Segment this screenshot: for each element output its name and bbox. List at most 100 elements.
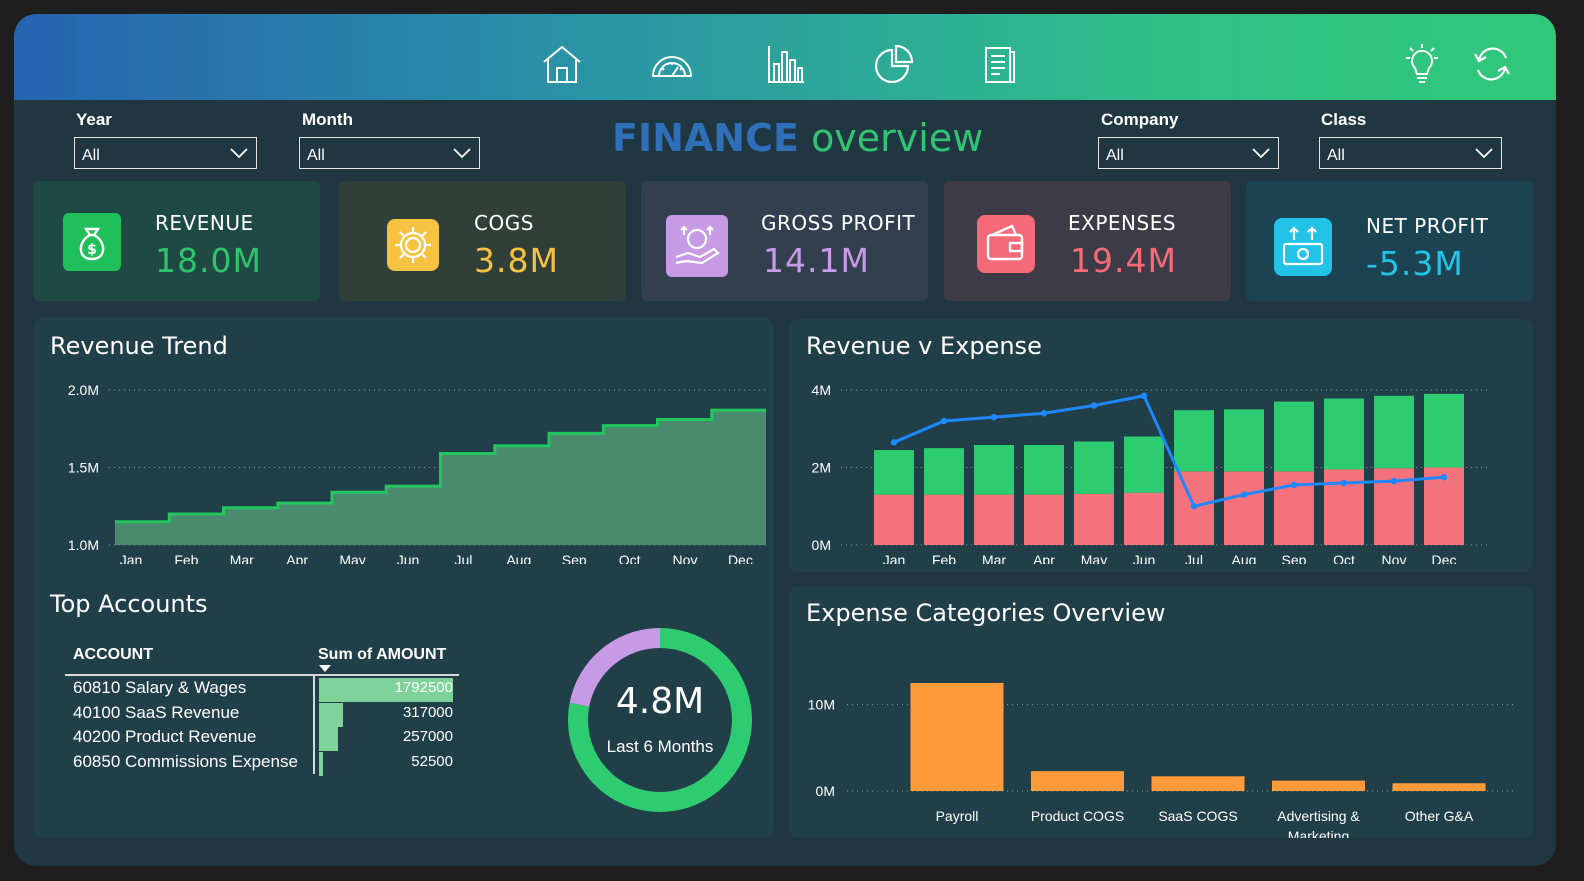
year-filter-value: All <box>82 147 100 164</box>
revenue-v-expense-chart: 0M 2M 4M Jan Feb Mar Apr May Jun Jul Aug Sep Oct Nov D… <box>812 382 1487 564</box>
x-tick-label: Mar <box>982 552 1006 564</box>
x-tick-label: Dec <box>728 552 753 564</box>
x-tick-label: Feb <box>932 552 956 564</box>
col-amount-header[interactable]: Sum of AMOUNT <box>318 646 446 664</box>
bar-chart-icon[interactable] <box>764 42 808 86</box>
x-tick-label: Jun <box>1133 552 1156 564</box>
account-name: 60810 Salary & Wages <box>73 678 247 697</box>
expense-bar <box>1031 771 1124 791</box>
x-tick-label: Apr <box>286 552 308 564</box>
speedometer-icon[interactable] <box>650 42 694 86</box>
company-filter-select[interactable]: All <box>1098 137 1279 169</box>
class-filter-label: Class <box>1321 110 1367 129</box>
y-tick-label: 0M <box>816 783 835 799</box>
x-tick-label: Jul <box>454 552 472 564</box>
svg-text:$: $ <box>87 242 97 258</box>
class-filter-select[interactable]: All <box>1319 137 1502 169</box>
x-tick-label: Advertising & Marketing <box>1277 808 1360 838</box>
x-tick-label: Oct <box>1333 552 1355 564</box>
account-name: 40100 SaaS Revenue <box>73 702 240 722</box>
line-point <box>1290 481 1298 489</box>
chevron-down-icon <box>230 148 248 159</box>
x-tick-label: Nov <box>673 552 698 564</box>
company-filter-label: Company <box>1101 110 1179 129</box>
kpi-card-cogs: COGS 3.8M <box>339 181 626 301</box>
bar-segment-2 <box>1174 410 1214 472</box>
line-point <box>1040 410 1048 417</box>
bar-segment-1 <box>1074 493 1114 545</box>
y-tick-label: 2.0M <box>68 382 99 398</box>
bar-segment-1 <box>1024 494 1064 545</box>
expense-bar <box>1392 783 1486 791</box>
bar-segment-2 <box>1024 445 1064 495</box>
line-point <box>1240 491 1248 498</box>
amount-value: 317000 <box>402 703 453 721</box>
expense-bar <box>1272 780 1365 791</box>
x-tick-label: Jan <box>883 552 906 564</box>
sort-desc-icon[interactable] <box>319 665 331 673</box>
bar-segment-1 <box>1124 492 1164 545</box>
donut-center-label: Last 6 Months <box>606 737 714 756</box>
bar-segment-2 <box>1374 395 1414 469</box>
class-filter-value: All <box>1327 147 1345 164</box>
line-point <box>940 417 948 425</box>
kpi-revenue-value: 18.0M <box>155 241 262 280</box>
page-title-finance: FINANCE <box>612 116 799 160</box>
chevron-down-icon <box>1475 148 1493 159</box>
year-filter-select[interactable]: All <box>74 137 257 169</box>
amount-value: 257000 <box>402 728 453 746</box>
line-point <box>1440 473 1448 481</box>
y-tick-label: 4M <box>812 382 831 398</box>
report-icon[interactable] <box>978 42 1022 86</box>
bar-segment-1 <box>924 494 964 545</box>
kpi-card-net-profit: NET PROFIT -5.3M <box>1246 181 1533 301</box>
lightbulb-icon[interactable] <box>1400 42 1444 86</box>
page-title-overview: overview <box>811 116 984 160</box>
kpi-revenue-label: REVENUE <box>155 211 254 235</box>
home-icon[interactable] <box>540 42 584 86</box>
x-tick-label: May <box>339 552 365 564</box>
page-title: FINANCE overview <box>612 116 983 160</box>
x-tick-label: Mar <box>230 552 254 564</box>
gear-dollar-icon <box>387 219 439 271</box>
x-tick-label: May <box>1081 552 1107 564</box>
bar-segment-2 <box>1224 409 1264 472</box>
x-tick-label: Other G&A <box>1405 808 1474 824</box>
kpi-gross-profit-value: 14.1M <box>763 241 870 280</box>
refresh-icon[interactable] <box>1470 42 1514 86</box>
bar-segment-1 <box>874 494 914 545</box>
revenue-v-expense-title: Revenue v Expense <box>806 332 1042 360</box>
x-tick-label: Sep <box>562 552 587 564</box>
x-tick-label: Apr <box>1033 552 1055 564</box>
company-filter-value: All <box>1106 147 1124 164</box>
kpi-card-revenue: $ REVENUE 18.0M <box>33 181 320 301</box>
header-bar <box>14 14 1556 100</box>
line-point <box>1340 479 1348 487</box>
y-tick-label: 0M <box>812 537 831 553</box>
pie-chart-icon[interactable] <box>872 42 916 86</box>
bar-segment-2 <box>1124 436 1164 493</box>
chevron-down-icon <box>1252 148 1270 159</box>
x-tick-label: Product COGS <box>1031 808 1124 824</box>
revenue-trend-chart: 1.0M 1.5M 2.0M Jan Feb Mar Apr May Jun Jul Aug Sep O… <box>68 382 766 564</box>
x-tick-label: Jun <box>397 552 420 564</box>
bar-segment-1 <box>1224 471 1264 545</box>
dashboard-frame: Year All Month All FINANCE overview Comp… <box>14 14 1556 866</box>
y-tick-label: 1.0M <box>68 537 99 553</box>
kpi-expenses-value: 19.4M <box>1070 241 1177 280</box>
bar-segment-2 <box>974 445 1014 495</box>
month-filter-select[interactable]: All <box>299 137 480 169</box>
col-account-header[interactable]: ACCOUNT <box>73 646 153 664</box>
x-tick-label: Nov <box>1382 552 1407 564</box>
line-point <box>1140 392 1148 400</box>
money-bag-icon: $ <box>63 213 121 271</box>
month-filter-label: Month <box>302 110 353 129</box>
bar-segment-2 <box>1324 398 1364 470</box>
y-tick-label: 2M <box>812 460 831 476</box>
bar-segment-2 <box>924 448 964 495</box>
expense-categories-chart: 0M 10M Payroll Product COGS SaaS COGS Adverti… <box>808 683 1517 838</box>
account-name: 40200 Product Revenue <box>73 727 257 747</box>
line-point <box>1090 402 1098 409</box>
bar-segment-2 <box>1274 401 1314 472</box>
bar-segment-2 <box>874 450 914 495</box>
